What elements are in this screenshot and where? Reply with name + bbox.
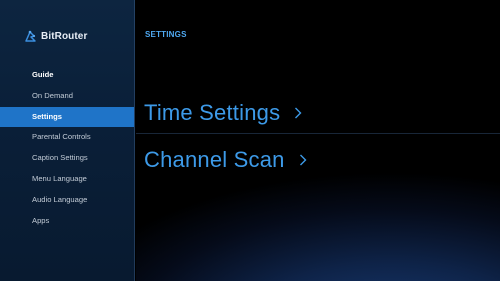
bitrouter-logo-icon — [25, 30, 36, 42]
sidebar-item-on-demand[interactable]: On Demand — [0, 86, 134, 107]
sidebar: BitRouter Guide On Demand Settings Paren… — [0, 0, 135, 281]
channel-scan-option[interactable]: Channel Scan — [136, 140, 500, 180]
time-settings-label: Time Settings — [144, 100, 281, 125]
chevron-right-icon — [295, 107, 302, 119]
page-title: SETTINGS — [145, 30, 187, 39]
settings-screen: BitRouter Guide On Demand Settings Paren… — [0, 0, 500, 281]
sidebar-item-settings[interactable]: Settings — [0, 106, 134, 128]
sidebar-item-parental-controls[interactable]: Parental Controls — [0, 127, 134, 148]
sidebar-item-menu-language[interactable]: Menu Language — [0, 169, 134, 190]
sidebar-item-caption-settings[interactable]: Caption Settings — [0, 148, 134, 169]
main-content: SETTINGS Time Settings Channel Scan — [136, 0, 500, 281]
sidebar-item-apps[interactable]: Apps — [0, 211, 134, 232]
time-settings-option[interactable]: Time Settings — [136, 93, 500, 133]
divider — [136, 133, 500, 134]
sidebar-nav: Guide On Demand Settings Parental Contro… — [0, 65, 134, 231]
sidebar-item-audio-language[interactable]: Audio Language — [0, 190, 134, 211]
chevron-right-icon — [299, 154, 307, 166]
sidebar-item-guide[interactable]: Guide — [0, 65, 134, 86]
brand-logo: BitRouter — [24, 29, 87, 43]
brand-name: BitRouter — [41, 30, 88, 42]
channel-scan-label: Channel Scan — [144, 147, 285, 172]
